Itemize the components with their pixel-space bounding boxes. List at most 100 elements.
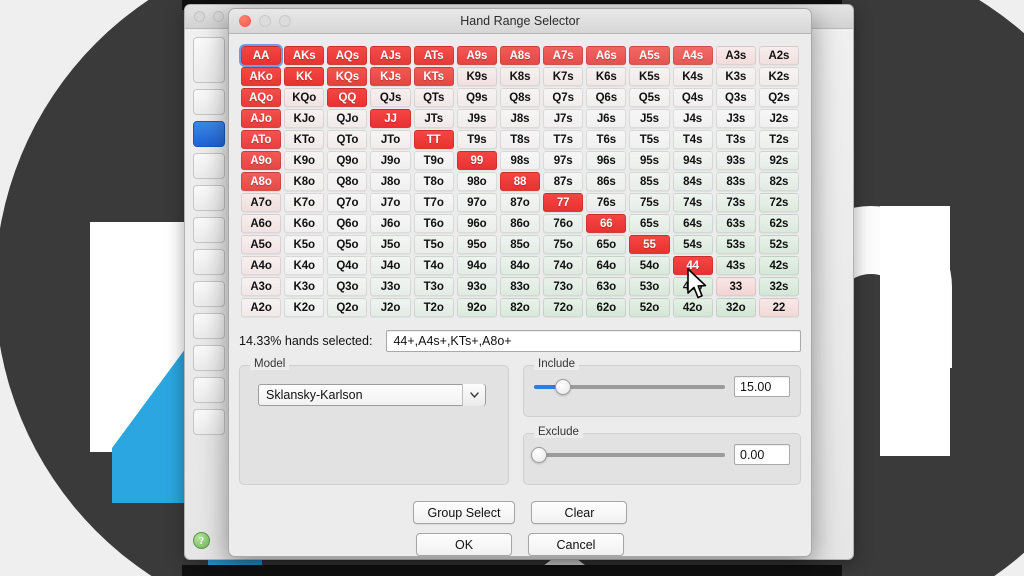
hand-cell-k8s[interactable]: K8s bbox=[499, 67, 541, 86]
hand-cell-85o[interactable]: 85o bbox=[499, 235, 541, 254]
hand-cell-22[interactable]: 22 bbox=[758, 298, 799, 317]
hand-cell-64o[interactable]: 64o bbox=[586, 256, 627, 275]
hand-cell-k5s[interactable]: K5s bbox=[629, 67, 670, 86]
hand-cell-j3o[interactable]: J3o bbox=[370, 277, 411, 296]
hand-cell-t5s[interactable]: T5s bbox=[629, 130, 670, 149]
hand-cell-j2s[interactable]: J2s bbox=[758, 109, 799, 128]
hand-cell-52s[interactable]: 52s bbox=[758, 235, 799, 254]
hand-cell-t3s[interactable]: T3s bbox=[715, 130, 756, 149]
hand-cell-a4s[interactable]: A4s bbox=[672, 46, 713, 65]
hand-cell-t6s[interactable]: T6s bbox=[586, 130, 627, 149]
hand-cell-76s[interactable]: 76s bbox=[586, 193, 627, 212]
hand-cell-aqs[interactable]: AQs bbox=[327, 46, 368, 65]
hand-cell-a2o[interactable]: A2o bbox=[241, 298, 282, 317]
hand-cell-a9s[interactable]: A9s bbox=[456, 46, 497, 65]
hand-cell-ajo[interactable]: AJo bbox=[241, 109, 282, 128]
hand-cell-95s[interactable]: 95s bbox=[629, 151, 670, 170]
hand-cell-53o[interactable]: 53o bbox=[629, 277, 670, 296]
hand-cell-j6s[interactable]: J6s bbox=[586, 109, 627, 128]
hand-cell-k3o[interactable]: K3o bbox=[284, 277, 325, 296]
hand-cell-t3o[interactable]: T3o bbox=[413, 277, 454, 296]
hand-cell-87s[interactable]: 87s bbox=[543, 172, 584, 191]
background-sidebar-button[interactable] bbox=[193, 281, 225, 307]
clear-button[interactable]: Clear bbox=[531, 501, 628, 524]
hand-cell-76o[interactable]: 76o bbox=[543, 214, 584, 233]
exclude-slider-track[interactable] bbox=[530, 446, 725, 463]
hand-cell-t7o[interactable]: T7o bbox=[413, 193, 454, 212]
hand-cell-t2o[interactable]: T2o bbox=[413, 298, 454, 317]
hand-cell-tt[interactable]: TT bbox=[413, 130, 454, 149]
hand-cell-t4s[interactable]: T4s bbox=[672, 130, 713, 149]
hand-cell-aks[interactable]: AKs bbox=[284, 46, 325, 65]
hand-cell-k9s[interactable]: K9s bbox=[456, 67, 497, 86]
hand-cell-k8o[interactable]: K8o bbox=[284, 172, 325, 191]
hand-cell-a5s[interactable]: A5s bbox=[629, 46, 670, 65]
hand-cell-kqo[interactable]: KQo bbox=[284, 88, 325, 107]
hand-cell-96s[interactable]: 96s bbox=[586, 151, 627, 170]
background-close-icon[interactable] bbox=[194, 11, 205, 22]
hand-cell-j4o[interactable]: J4o bbox=[370, 256, 411, 275]
hand-cell-q7s[interactable]: Q7s bbox=[543, 88, 584, 107]
hand-cell-63s[interactable]: 63s bbox=[715, 214, 756, 233]
hand-cell-a5o[interactable]: A5o bbox=[241, 235, 282, 254]
hand-cell-53s[interactable]: 53s bbox=[715, 235, 756, 254]
hand-cell-94s[interactable]: 94s bbox=[672, 151, 713, 170]
hand-cell-q4s[interactable]: Q4s bbox=[672, 88, 713, 107]
hand-cell-t5o[interactable]: T5o bbox=[413, 235, 454, 254]
hand-cell-62o[interactable]: 62o bbox=[586, 298, 627, 317]
background-sidebar-button[interactable] bbox=[193, 249, 225, 275]
hand-cell-44[interactable]: 44 bbox=[672, 256, 713, 275]
hand-cell-75s[interactable]: 75s bbox=[629, 193, 670, 212]
hand-cell-74s[interactable]: 74s bbox=[672, 193, 713, 212]
background-sidebar-button[interactable] bbox=[193, 409, 225, 435]
exclude-slider-knob[interactable] bbox=[530, 446, 547, 463]
hand-cell-83s[interactable]: 83s bbox=[715, 172, 756, 191]
hand-cell-77[interactable]: 77 bbox=[543, 193, 584, 212]
hand-cell-k4s[interactable]: K4s bbox=[672, 67, 713, 86]
hand-range-grid[interactable]: AA AKs AQs AJs ATs A9s A8s A7s A6s A5s A4s A3s A2s AK… bbox=[238, 44, 801, 319]
hand-cell-86o[interactable]: 86o bbox=[499, 214, 541, 233]
hand-cell-k2s[interactable]: K2s bbox=[758, 67, 799, 86]
hand-cell-t6o[interactable]: T6o bbox=[413, 214, 454, 233]
hand-cell-k5o[interactable]: K5o bbox=[284, 235, 325, 254]
hand-cell-qjs[interactable]: QJs bbox=[370, 88, 411, 107]
hand-cell-43o[interactable]: 43o bbox=[672, 277, 713, 296]
background-sidebar-button[interactable] bbox=[193, 377, 225, 403]
hand-cell-t9s[interactable]: T9s bbox=[456, 130, 497, 149]
hand-cell-kk[interactable]: KK bbox=[284, 67, 325, 86]
hand-cell-82o[interactable]: 82o bbox=[499, 298, 541, 317]
hand-cell-96o[interactable]: 96o bbox=[456, 214, 497, 233]
hand-cell-a6s[interactable]: A6s bbox=[586, 46, 627, 65]
hand-cell-aa[interactable]: AA bbox=[238, 44, 284, 67]
hand-cell-73o[interactable]: 73o bbox=[543, 277, 584, 296]
hand-cell-j8o[interactable]: J8o bbox=[370, 172, 411, 191]
hand-cell-72s[interactable]: 72s bbox=[758, 193, 799, 212]
hand-cell-a7o[interactable]: A7o bbox=[241, 193, 282, 212]
hand-cell-j3s[interactable]: J3s bbox=[715, 109, 756, 128]
background-sidebar-button[interactable] bbox=[193, 313, 225, 339]
hand-cell-99[interactable]: 99 bbox=[456, 151, 497, 170]
hand-cell-75o[interactable]: 75o bbox=[543, 235, 584, 254]
hand-cell-jto[interactable]: JTo bbox=[370, 130, 411, 149]
hand-cell-a3s[interactable]: A3s bbox=[715, 46, 756, 65]
hand-cell-q8o[interactable]: Q8o bbox=[327, 172, 368, 191]
hand-cell-k2o[interactable]: K2o bbox=[284, 298, 325, 317]
hand-cell-q4o[interactable]: Q4o bbox=[327, 256, 368, 275]
hand-cell-k6o[interactable]: K6o bbox=[284, 214, 325, 233]
hand-cell-qq[interactable]: QQ bbox=[327, 88, 368, 107]
hand-cell-93s[interactable]: 93s bbox=[715, 151, 756, 170]
hand-cell-q2s[interactable]: Q2s bbox=[758, 88, 799, 107]
hand-cell-65s[interactable]: 65s bbox=[629, 214, 670, 233]
hand-cell-32s[interactable]: 32s bbox=[758, 277, 799, 296]
hand-cell-q6s[interactable]: Q6s bbox=[586, 88, 627, 107]
close-icon[interactable] bbox=[239, 15, 251, 27]
hand-cell-a9o[interactable]: A9o bbox=[241, 151, 282, 170]
hand-cell-72o[interactable]: 72o bbox=[543, 298, 584, 317]
exclude-value-input[interactable]: 0.00 bbox=[734, 444, 790, 465]
hand-cell-j5o[interactable]: J5o bbox=[370, 235, 411, 254]
hand-cell-j4s[interactable]: J4s bbox=[672, 109, 713, 128]
hand-cell-t8s[interactable]: T8s bbox=[499, 130, 541, 149]
hand-cell-t4o[interactable]: T4o bbox=[413, 256, 454, 275]
hand-cell-jts[interactable]: JTs bbox=[413, 109, 454, 128]
hand-cell-kto[interactable]: KTo bbox=[284, 130, 325, 149]
